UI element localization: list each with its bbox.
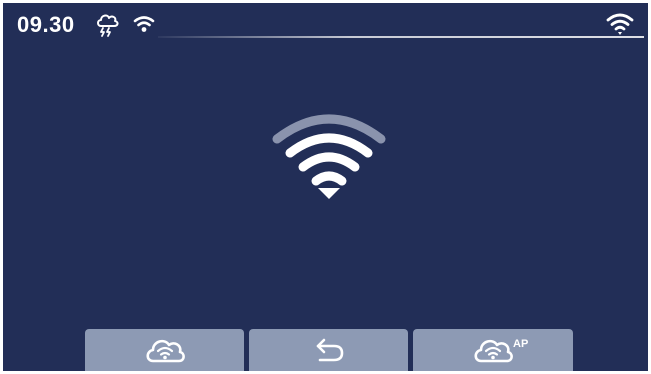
cloud-wifi-icon — [145, 339, 185, 363]
device-screen: 09.30 AP — [3, 3, 648, 371]
wifi-signal-icon — [606, 13, 634, 35]
wifi-icon — [133, 16, 155, 32]
wifi-large-icon — [272, 114, 386, 199]
ap-badge: AP — [513, 338, 529, 350]
bottom-button-bar: AP — [3, 329, 648, 371]
back-arrow-icon — [316, 338, 343, 362]
cloud-connect-button[interactable] — [85, 329, 244, 371]
cloud-wifi-icon — [474, 339, 513, 363]
status-divider — [158, 36, 644, 38]
clock-time: 09.30 — [17, 12, 75, 37]
back-button[interactable] — [249, 329, 408, 371]
status-bar: 09.30 — [3, 3, 648, 43]
ap-mode-button[interactable]: AP — [413, 329, 573, 371]
cloud-thunder-icon — [97, 14, 119, 37]
